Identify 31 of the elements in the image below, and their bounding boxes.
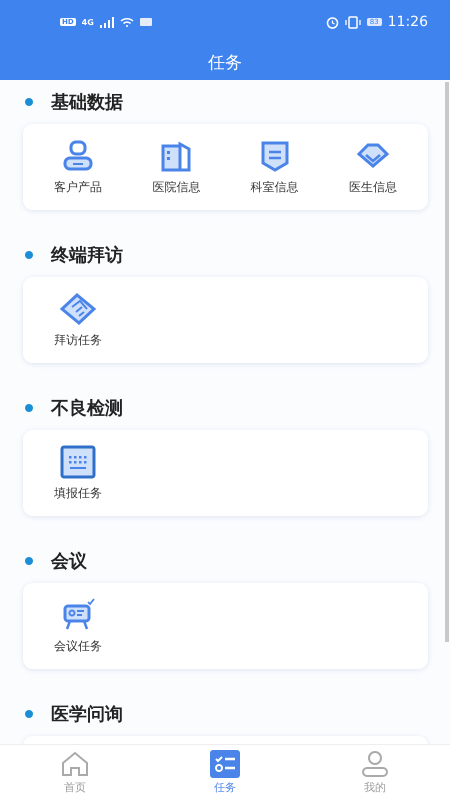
alarm-icon [326,16,339,28]
tab[interactable]: 任务 [170,745,280,800]
network-type: 4G [82,18,94,26]
section-heading: 医学问询 [51,703,123,726]
menu-item[interactable]: 医生信息 [324,124,422,210]
bullet-dot [25,251,33,259]
handshake-icon [60,292,96,326]
bullet-dot [25,404,33,412]
user-icon [360,750,390,778]
section-heading: 会议 [51,550,87,573]
menu-item[interactable]: 医院信息 [127,124,226,210]
vibrate-icon [344,16,361,28]
menu-item[interactable]: 会议任务 [29,583,128,669]
section-heading: 终端拜访 [51,244,123,267]
section-heading: 基础数据 [51,91,123,114]
section-heading: 不良检测 [51,397,123,420]
menu-item[interactable]: 客户产品 [29,124,128,210]
bullet-dot [25,557,33,565]
keyboard-icon [60,444,96,478]
checklist-icon [210,750,240,778]
menu-item[interactable]: 填报任务 [29,430,128,516]
signal-icon [100,16,114,28]
clock-time: 11:26 [388,14,428,30]
menu-item[interactable]: 拜访任务 [29,277,128,363]
menu-item[interactable]: 科室信息 [226,124,324,210]
notification-icon [140,18,152,26]
page-title: 任务 [207,52,243,74]
bullet-dot [25,98,33,106]
bullet-dot [25,710,33,718]
home-icon [60,750,90,778]
wifi-icon [120,17,134,27]
